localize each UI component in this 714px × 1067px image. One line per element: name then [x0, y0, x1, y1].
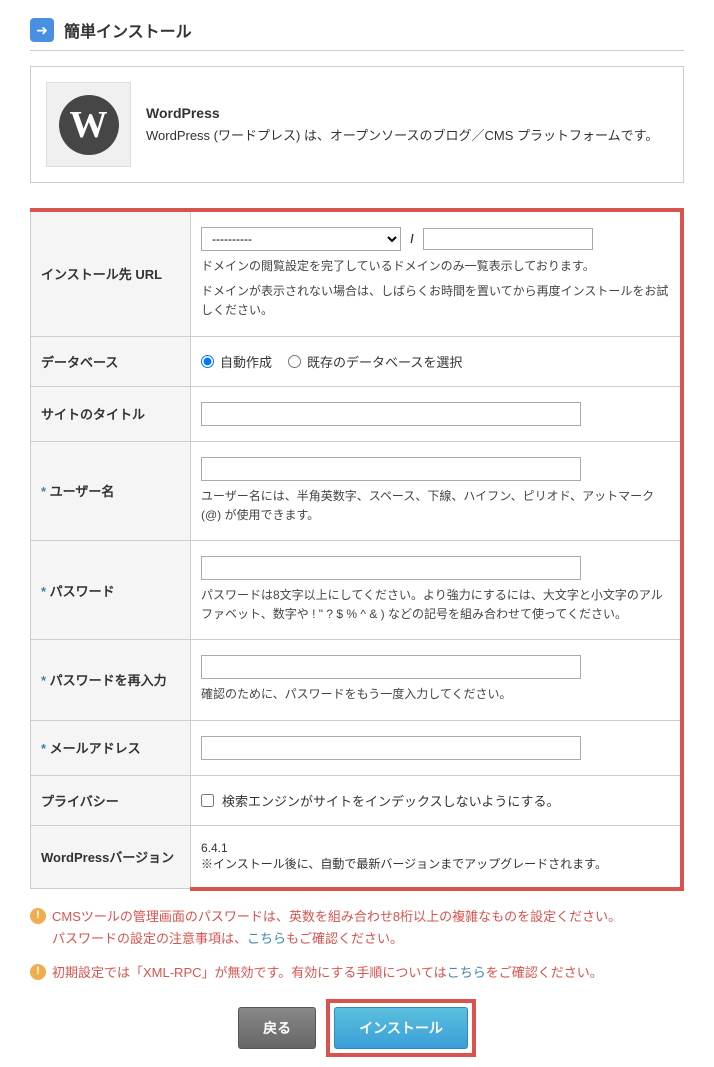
button-row: 戻る インストール — [30, 999, 684, 1057]
app-card: W WordPress WordPress (ワードプレス) は、オープンソース… — [30, 66, 684, 183]
app-description: WordPress (ワードプレス) は、オープンソースのブログ／CMS プラッ… — [146, 125, 658, 144]
install-form-table: インストール先 URL ---------- / ドメインの閲覧設定を完了してい… — [30, 208, 684, 891]
notice-password: ! CMSツールの管理画面のパスワードは、英数を組み合わせ8桁以上の複雑なものを… — [30, 906, 684, 950]
notices-section: ! CMSツールの管理画面のパスワードは、英数を組み合わせ8桁以上の複雑なものを… — [30, 906, 684, 984]
domain-select[interactable]: ---------- — [201, 227, 401, 251]
password-help: パスワードは8文字以上にしてください。より強力にするには、大文字と小文字のアルフ… — [201, 586, 670, 624]
database-existing-radio[interactable] — [288, 355, 301, 368]
password-confirm-help: 確認のために、パスワードをもう一度入力してください。 — [201, 685, 670, 704]
url-help1: ドメインの閲覧設定を完了しているドメインのみ一覧表示しております。 — [201, 257, 670, 276]
page-title: 簡単インストール — [64, 18, 192, 42]
url-label: インストール先 URL — [31, 210, 191, 336]
password-input[interactable] — [201, 556, 581, 580]
warning-icon: ! — [30, 964, 46, 980]
version-note: ※インストール後に、自動で最新バージョンまでアップグレードされます。 — [201, 855, 670, 872]
privacy-label: プライバシー — [31, 775, 191, 825]
notice1-line1: CMSツールの管理画面のパスワードは、英数を組み合わせ8桁以上の複雑なものを設定… — [52, 909, 621, 924]
version-value: 6.4.1 — [201, 841, 670, 855]
install-highlight: インストール — [326, 999, 476, 1057]
wordpress-logo: W — [46, 82, 131, 167]
password-confirm-label: パスワードを再入力 — [31, 640, 191, 720]
install-button[interactable]: インストール — [334, 1007, 468, 1049]
notice-xmlrpc: ! 初期設定では「XML-RPC」が無効です。有効にする手順についてはこちらをご… — [30, 962, 684, 984]
notice1-prefix: パスワードの設定の注意事項は、 — [52, 931, 247, 946]
username-label: ユーザー名 — [31, 441, 191, 540]
page-header: ➜ 簡単インストール — [30, 10, 684, 51]
email-label: メールアドレス — [31, 720, 191, 775]
version-label: WordPressバージョン — [31, 825, 191, 889]
database-auto-radio[interactable] — [201, 355, 214, 368]
password-label: パスワード — [31, 540, 191, 639]
notice2-prefix: 初期設定では「XML-RPC」が無効です。有効にする手順については — [52, 965, 447, 980]
database-existing-label: 既存のデータベースを選択 — [307, 352, 462, 371]
database-label: データベース — [31, 336, 191, 386]
username-help: ユーザー名には、半角英数字、スペース、下線、ハイフン、ピリオド、アットマーク (… — [201, 487, 670, 525]
back-button[interactable]: 戻る — [238, 1007, 316, 1049]
notice1-suffix: もご確認ください。 — [286, 931, 403, 946]
site-title-label: サイトのタイトル — [31, 386, 191, 441]
site-title-input[interactable] — [201, 402, 581, 426]
privacy-checkbox-label: 検索エンジンがサイトをインデックスしないようにする。 — [222, 791, 559, 810]
notice1-link[interactable]: こちら — [247, 931, 286, 946]
username-input[interactable] — [201, 457, 581, 481]
notice2-link[interactable]: こちら — [447, 965, 486, 980]
path-input[interactable] — [423, 228, 593, 250]
app-name: WordPress — [146, 105, 658, 121]
warning-icon: ! — [30, 908, 46, 924]
url-help2: ドメインが表示されない場合は、しばらくお時間を置いてから再度インストールをお試し… — [201, 282, 670, 320]
privacy-checkbox[interactable] — [201, 794, 214, 807]
notice2-suffix: をご確認ください。 — [486, 965, 603, 980]
database-auto-label: 自動作成 — [220, 352, 272, 371]
path-separator: / — [410, 232, 413, 246]
install-icon: ➜ — [30, 18, 54, 42]
password-confirm-input[interactable] — [201, 655, 581, 679]
email-input[interactable] — [201, 736, 581, 760]
